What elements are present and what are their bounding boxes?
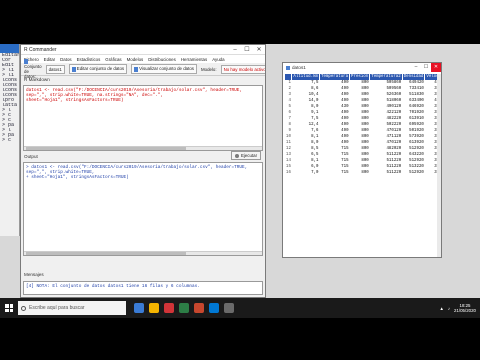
data-grid[interactable]: Altitud.km Temperatura Presion Temperatura2… <box>285 74 441 257</box>
taskbar: Escribe aquí para buscar ▲ ♪ 18:25 21/05… <box>0 298 480 318</box>
taskbar-apps <box>134 303 234 313</box>
app6-icon[interactable] <box>209 303 219 313</box>
script-tab[interactable]: R Markdown <box>21 76 265 83</box>
messages-label: Mensajes <box>24 272 44 277</box>
system-tray: ▲ ♪ 18:25 21/05/2020 <box>439 303 480 313</box>
gear-icon <box>234 153 239 158</box>
table-row[interactable]: 167,0715800511220512920382970 <box>285 170 441 176</box>
table-cell[interactable]: 511220 <box>370 170 402 176</box>
taskbar-search[interactable]: Escribe aquí para buscar <box>18 301 126 315</box>
dataset-selector[interactable]: datos1 <box>45 64 65 74</box>
script-panel[interactable]: datos1 <- read.csv("F:/DOCENCIA/curs2019… <box>23 85 263 151</box>
app2-icon[interactable] <box>149 303 159 313</box>
menu-estadisticos[interactable]: Estadísticos <box>77 57 101 62</box>
table-cell[interactable]: 800 <box>350 170 370 176</box>
app1-icon[interactable] <box>134 303 144 313</box>
minimize-button[interactable]: – <box>229 45 241 55</box>
view-icon <box>134 66 139 72</box>
output-panel[interactable]: > datos1 <- read.csv("F:/DOCENCIA/curs20… <box>23 162 263 256</box>
r-console-titlebar[interactable] <box>0 44 19 53</box>
menu-distribuciones[interactable]: Distribuciones <box>148 57 176 62</box>
app3-icon[interactable] <box>164 303 174 313</box>
r-console-lines: Editar Cor Edit > li > li lcons lcons lcons lcon… <box>0 53 19 143</box>
model-selector[interactable]: No hay modelo activo <box>220 64 265 74</box>
windows-logo-icon <box>5 304 13 312</box>
clock[interactable]: 18:25 21/05/2020 <box>454 303 476 313</box>
network-icon[interactable]: ▲ <box>439 306 443 311</box>
window-title: R Commander <box>24 46 57 53</box>
search-icon <box>21 305 26 311</box>
script-hscroll[interactable] <box>24 146 262 150</box>
script-line: datos1 <- read.csv("F:/DOCENCIA/curs2019… <box>26 88 243 98</box>
clock-date: 21/05/2020 <box>454 308 476 313</box>
menu-datos[interactable]: Datos <box>60 57 71 62</box>
table-cell[interactable]: 512920 <box>402 170 425 176</box>
data-grid-vscroll[interactable] <box>437 74 441 257</box>
menu-herramientas[interactable]: Herramientas <box>181 57 207 62</box>
menu-modelos[interactable]: Modelos <box>127 57 144 62</box>
menu-ayuda[interactable]: Ayuda <box>212 57 224 62</box>
console-line: > c <box>2 138 12 143</box>
r-icon <box>286 65 290 70</box>
table-body: 17,549080050586064942041192028,649080050… <box>285 80 441 176</box>
rcommander-titlebar[interactable]: R Commander – ☐ ✕ <box>21 45 265 55</box>
table-cell[interactable]: 715 <box>320 170 350 176</box>
search-placeholder: Escribe aquí para buscar <box>29 305 85 311</box>
r-console-window[interactable]: Editar Cor Edit > li > li lcons lcons lcons lcon… <box>0 44 20 236</box>
menu-bar: Fichero Editar Datos Estadísticos Gráfic… <box>21 55 265 63</box>
table-cell[interactable]: 7,0 <box>292 170 320 176</box>
menu-graficas[interactable]: Gráficas <box>105 57 121 62</box>
dataset-viewer-title: datos1 <box>292 65 306 70</box>
toolbar: Conjunto de datos: datos1 Editar conjunt… <box>21 59 265 79</box>
app5-icon[interactable] <box>194 303 204 313</box>
maximize-button[interactable]: ☐ <box>241 45 253 55</box>
app7-icon[interactable] <box>224 303 234 313</box>
row-number: 16 <box>286 171 291 175</box>
menu-editar[interactable]: Editar <box>44 57 55 62</box>
maximize-button[interactable]: ☐ <box>421 63 431 72</box>
output-hscroll[interactable] <box>24 251 262 255</box>
script-line: sheet="Hoja1", stringsAsFactors=TRUE) <box>26 98 124 103</box>
output-label: Output <box>24 154 38 159</box>
dataset-viewer-window[interactable]: datos1 – ☐ ✕ Altitud.km Temperatura Presio… <box>282 62 442 258</box>
app4-icon[interactable] <box>179 303 189 313</box>
screen: Editar Cor Edit > li > li lcons lcons lcons lcon… <box>0 0 480 360</box>
model-label: Modelo: <box>200 66 217 72</box>
close-button[interactable]: ✕ <box>253 45 265 55</box>
dataset-viewer-titlebar[interactable]: datos1 – ☐ ✕ <box>283 63 441 72</box>
start-button[interactable] <box>0 298 18 318</box>
minimize-button[interactable]: – <box>411 63 421 72</box>
edit-icon <box>71 66 76 72</box>
view-dataset-button[interactable]: Visualizar conjunto de datos <box>131 64 197 74</box>
output-line: + sheet="Hoja1", stringsAsFactors=TRUE) <box>26 175 129 180</box>
edit-dataset-button[interactable]: Editar conjunto de datos <box>68 64 128 74</box>
rcommander-window[interactable]: R Commander – ☐ ✕ Fichero Editar Datos E… <box>20 44 266 298</box>
output-line: > datos1 <- read.csv("F:/DOCENCIA/curs20… <box>26 165 248 175</box>
message-line: [4] NOTA: El conjunto de datos datos1 ti… <box>26 284 200 289</box>
close-button[interactable]: ✕ <box>431 63 441 72</box>
messages-panel[interactable]: [4] NOTA: El conjunto de datos datos1 ti… <box>23 281 263 295</box>
ejecutar-button[interactable]: Ejecutar <box>231 151 261 160</box>
volume-icon[interactable]: ♪ <box>448 306 450 311</box>
